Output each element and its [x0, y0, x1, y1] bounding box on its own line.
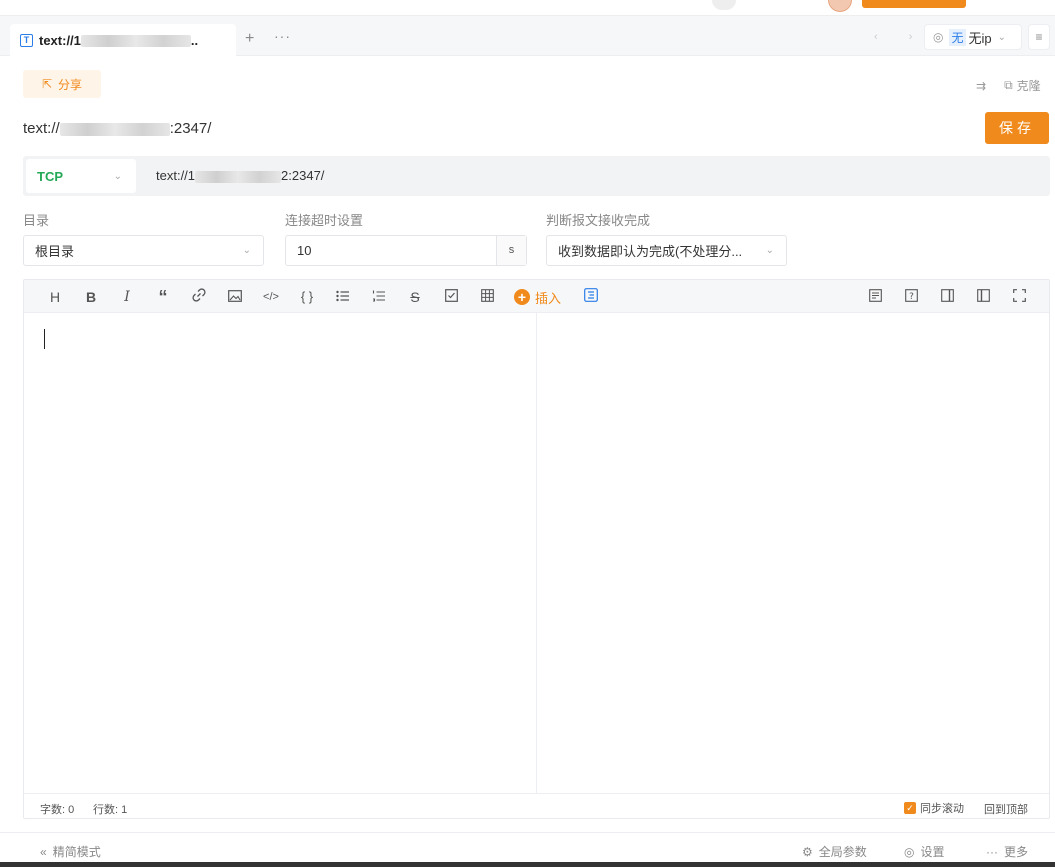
- clone-button[interactable]: 克隆: [1017, 77, 1041, 94]
- protocol-bar: TCP ⌄ text://1 2:2347/: [23, 156, 1050, 196]
- share-icon: ⇱: [41, 77, 53, 91]
- gear-icon: ◎: [904, 844, 915, 859]
- markdown-editor: H B I “ </> { } S + 插入 ? 字数: 0 行数: 1 ✓ 同…: [23, 279, 1050, 819]
- tab-title: text://1..: [39, 32, 199, 48]
- tab-more-button[interactable]: ···: [274, 28, 291, 44]
- table-icon[interactable]: [477, 287, 497, 307]
- plus-circle-icon: +: [514, 289, 530, 305]
- protocol-select[interactable]: TCP ⌄: [26, 159, 136, 193]
- strikethrough-icon[interactable]: S: [405, 287, 425, 307]
- tab-text-request[interactable]: T text://1..: [10, 24, 236, 56]
- link-icon[interactable]: [752, 0, 776, 10]
- quote-icon[interactable]: “: [153, 287, 173, 307]
- text-file-icon: T: [20, 33, 33, 47]
- text-caret: [44, 329, 45, 349]
- ordered-list-icon[interactable]: [369, 287, 389, 307]
- edit-only-icon[interactable]: [973, 287, 993, 307]
- check-icon: ✓: [904, 802, 916, 814]
- share-button[interactable]: ⇱ 分享: [23, 70, 101, 98]
- line-count: 行数: 1: [93, 804, 128, 816]
- edit-mode-icon[interactable]: [865, 287, 885, 307]
- top-app-strip: [0, 0, 1055, 16]
- char-count: 字数: 0: [40, 804, 75, 816]
- editor-toolbar: H B I “ </> { } S + 插入 ?: [24, 280, 1049, 313]
- tab-bar: T text://1.. + ··· ‹ › ◎ 无 无ip ⌄ ≡: [0, 16, 1055, 56]
- window-icon[interactable]: [786, 0, 810, 10]
- align-icon[interactable]: ⇉: [976, 79, 986, 93]
- page-title: text://:2347/: [23, 120, 212, 137]
- toc-icon[interactable]: [581, 287, 601, 307]
- chevron-down-icon: ⌄: [997, 31, 1007, 43]
- editor-footer: 字数: 0 行数: 1 ✓ 同步滚动 回到顶部: [24, 793, 1049, 818]
- gear-icon: ◎: [933, 30, 944, 44]
- more-button[interactable]: ··· 更多: [986, 843, 1028, 860]
- fullscreen-icon[interactable]: [1009, 287, 1029, 307]
- link-icon[interactable]: [189, 287, 209, 307]
- code-block-icon[interactable]: { }: [297, 287, 317, 307]
- timeout-label: 连接超时设置: [285, 213, 364, 228]
- simple-mode-button[interactable]: « 精简模式: [40, 843, 101, 860]
- dir-label: 目录: [23, 213, 50, 228]
- settings-button[interactable]: ◎ 设置: [904, 843, 945, 860]
- right-tools: ⇉ ⧉ 克隆: [976, 77, 1041, 94]
- double-chevron-left-icon: «: [40, 844, 47, 859]
- top-action-button[interactable]: [862, 0, 966, 8]
- taskbar-edge: [0, 862, 1055, 867]
- save-button[interactable]: 保存: [985, 112, 1049, 144]
- avatar[interactable]: [828, 0, 852, 12]
- checkbox-icon[interactable]: [441, 287, 461, 307]
- editor-input-pane[interactable]: [24, 313, 537, 793]
- env-name: 无ip: [968, 30, 992, 46]
- ellipsis-icon: ···: [986, 844, 998, 859]
- image-icon[interactable]: [225, 287, 245, 307]
- redacted-host: [80, 35, 191, 48]
- back-to-top-button[interactable]: 回到顶部: [984, 801, 1028, 817]
- tab-nav-arrows[interactable]: ‹ ›: [874, 31, 926, 43]
- preview-pane: [538, 313, 1049, 793]
- insert-button[interactable]: + 插入: [514, 287, 561, 307]
- chevron-down-icon: ⌄: [242, 245, 251, 256]
- environment-select[interactable]: ◎ 无 无ip ⌄: [924, 24, 1022, 50]
- settings-box-icon: ⚙: [802, 844, 813, 859]
- sync-scroll-checkbox[interactable]: ✓ 同步滚动: [904, 800, 964, 816]
- refresh-icon[interactable]: [712, 0, 736, 10]
- dir-select[interactable]: 根目录 ⌄: [23, 235, 264, 266]
- bullet-list-icon[interactable]: [333, 287, 353, 307]
- hamburger-menu-icon[interactable]: ≡: [1028, 24, 1050, 50]
- chevron-down-icon: ⌄: [113, 170, 122, 182]
- help-icon[interactable]: ?: [901, 287, 921, 307]
- timeout-unit: s: [496, 236, 526, 265]
- heading-icon[interactable]: H: [45, 287, 65, 307]
- code-icon[interactable]: </>: [261, 287, 281, 307]
- env-badge: 无: [949, 28, 966, 46]
- copy-icon[interactable]: ⧉: [1004, 78, 1013, 93]
- redacted-host: [59, 122, 170, 136]
- preview-only-icon[interactable]: [937, 287, 957, 307]
- italic-icon[interactable]: I: [117, 287, 137, 307]
- bold-icon[interactable]: B: [81, 287, 101, 307]
- chevron-down-icon: ⌄: [765, 245, 774, 256]
- timeout-input[interactable]: 10 s: [285, 235, 527, 266]
- add-tab-button[interactable]: +: [245, 30, 254, 48]
- global-params-button[interactable]: ⚙ 全局参数: [802, 843, 867, 860]
- redacted-host: [195, 170, 282, 183]
- request-url-input[interactable]: text://1 2:2347/: [156, 168, 324, 183]
- complete-label: 判断报文接收完成: [546, 213, 651, 228]
- complete-select[interactable]: 收到数据即认为完成(不处理分... ⌄: [546, 235, 787, 266]
- svg-text:?: ?: [909, 292, 914, 302]
